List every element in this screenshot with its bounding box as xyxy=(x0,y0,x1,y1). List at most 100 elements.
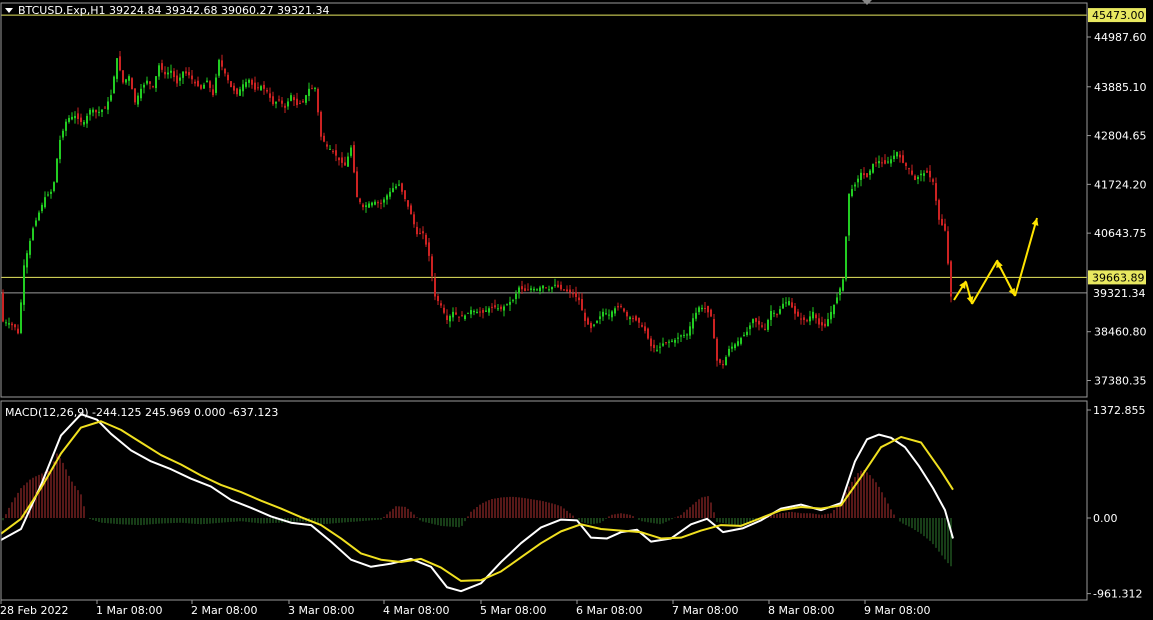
bull-candle xyxy=(38,212,40,221)
bull-candle xyxy=(5,322,7,324)
bull-candle xyxy=(662,343,664,346)
price-axis-label: 37380.35 xyxy=(1094,375,1147,388)
bull-candle xyxy=(518,287,520,294)
trading-chart[interactable]: 45473.00 39663.89 39321.34 44987.60 43885.10… xyxy=(0,0,1153,620)
bear-candle xyxy=(482,309,484,313)
bear-candle xyxy=(326,144,328,147)
bear-candle xyxy=(545,287,547,289)
bull-candle xyxy=(893,155,895,159)
bear-candle xyxy=(716,338,718,361)
bear-candle xyxy=(461,315,463,317)
time-axis-label: 7 Mar 08:00 xyxy=(672,604,738,617)
bull-candle xyxy=(113,76,115,94)
bull-candle xyxy=(695,312,697,319)
bear-candle xyxy=(776,314,778,316)
bear-candle xyxy=(236,88,238,95)
bull-candle xyxy=(779,309,781,314)
bear-candle xyxy=(443,307,445,313)
bear-candle xyxy=(311,88,313,90)
bear-candle xyxy=(230,81,232,88)
bull-candle xyxy=(140,88,142,99)
bear-candle xyxy=(584,312,586,321)
bear-candle xyxy=(209,81,211,88)
bear-candle xyxy=(902,155,904,163)
bear-candle xyxy=(947,231,949,264)
bull-candle xyxy=(206,80,208,83)
bull-candle xyxy=(167,72,169,75)
bull-candle xyxy=(860,172,862,181)
bear-candle xyxy=(455,312,457,315)
bull-candle xyxy=(809,316,811,322)
bear-candle xyxy=(152,86,154,88)
bear-candle xyxy=(905,163,907,167)
bear-candle xyxy=(491,306,493,308)
macd-header: MACD(12,26,9) -244.125 245.969 0.000 -63… xyxy=(5,406,278,419)
bear-candle xyxy=(14,324,16,328)
bear-candle xyxy=(119,56,121,71)
bear-candle xyxy=(227,74,229,81)
time-axis-label: 28 Feb 2022 xyxy=(0,604,68,617)
bear-candle xyxy=(293,97,295,101)
bear-candle xyxy=(884,160,886,164)
bull-candle xyxy=(896,152,898,157)
price-axis-label: 44987.60 xyxy=(1094,31,1147,44)
bull-candle xyxy=(515,293,517,300)
bull-candle xyxy=(71,116,73,120)
macd-axis-label: 1372.855 xyxy=(1093,404,1146,417)
bear-candle xyxy=(425,234,427,245)
bull-candle xyxy=(728,348,730,356)
bull-candle xyxy=(473,310,475,313)
bear-candle xyxy=(269,93,271,98)
bull-candle xyxy=(245,82,247,87)
bear-candle xyxy=(458,316,460,318)
bear-candle xyxy=(926,170,928,173)
bear-candle xyxy=(296,98,298,106)
bear-candle xyxy=(332,151,334,153)
bear-candle xyxy=(233,85,235,91)
bull-candle xyxy=(107,101,109,110)
price-axis-label: 42804.65 xyxy=(1094,130,1147,143)
current-price-label: 39321.34 xyxy=(1093,287,1146,300)
bear-candle xyxy=(719,359,721,363)
bear-candle xyxy=(644,326,646,331)
bull-candle xyxy=(248,79,250,83)
bear-candle xyxy=(635,316,637,321)
bull-candle xyxy=(854,184,856,187)
time-axis-label: 8 Mar 08:00 xyxy=(768,604,834,617)
bull-candle xyxy=(386,195,388,200)
bear-candle xyxy=(881,162,883,164)
bear-candle xyxy=(77,113,79,119)
bear-candle xyxy=(818,318,820,325)
bear-candle xyxy=(806,320,808,322)
bear-candle xyxy=(617,306,619,308)
bear-candle xyxy=(176,75,178,84)
bull-candle xyxy=(593,324,595,326)
bear-candle xyxy=(758,320,760,325)
bull-candle xyxy=(464,315,466,320)
bear-candle xyxy=(707,305,709,313)
bull-candle xyxy=(137,95,139,105)
bear-candle xyxy=(569,289,571,293)
bull-candle xyxy=(701,307,703,310)
bull-candle xyxy=(746,331,748,336)
bull-candle xyxy=(101,109,103,113)
bull-candle xyxy=(242,84,244,92)
bull-candle xyxy=(116,58,118,79)
bear-candle xyxy=(638,317,640,323)
bull-candle xyxy=(392,188,394,192)
bear-candle xyxy=(578,297,580,301)
bull-candle xyxy=(68,117,70,122)
bull-candle xyxy=(890,159,892,164)
bear-candle xyxy=(581,299,583,311)
bull-candle xyxy=(158,65,160,77)
bull-candle xyxy=(509,301,511,305)
bear-candle xyxy=(323,135,325,142)
bear-candle xyxy=(197,80,199,87)
bear-candle xyxy=(11,323,13,326)
bull-candle xyxy=(365,205,367,207)
bear-candle xyxy=(764,328,766,330)
chart-background xyxy=(0,0,1153,620)
bear-candle xyxy=(353,145,355,173)
time-axis-label: 2 Mar 08:00 xyxy=(191,604,257,617)
time-axis-label: 5 Mar 08:00 xyxy=(480,604,546,617)
